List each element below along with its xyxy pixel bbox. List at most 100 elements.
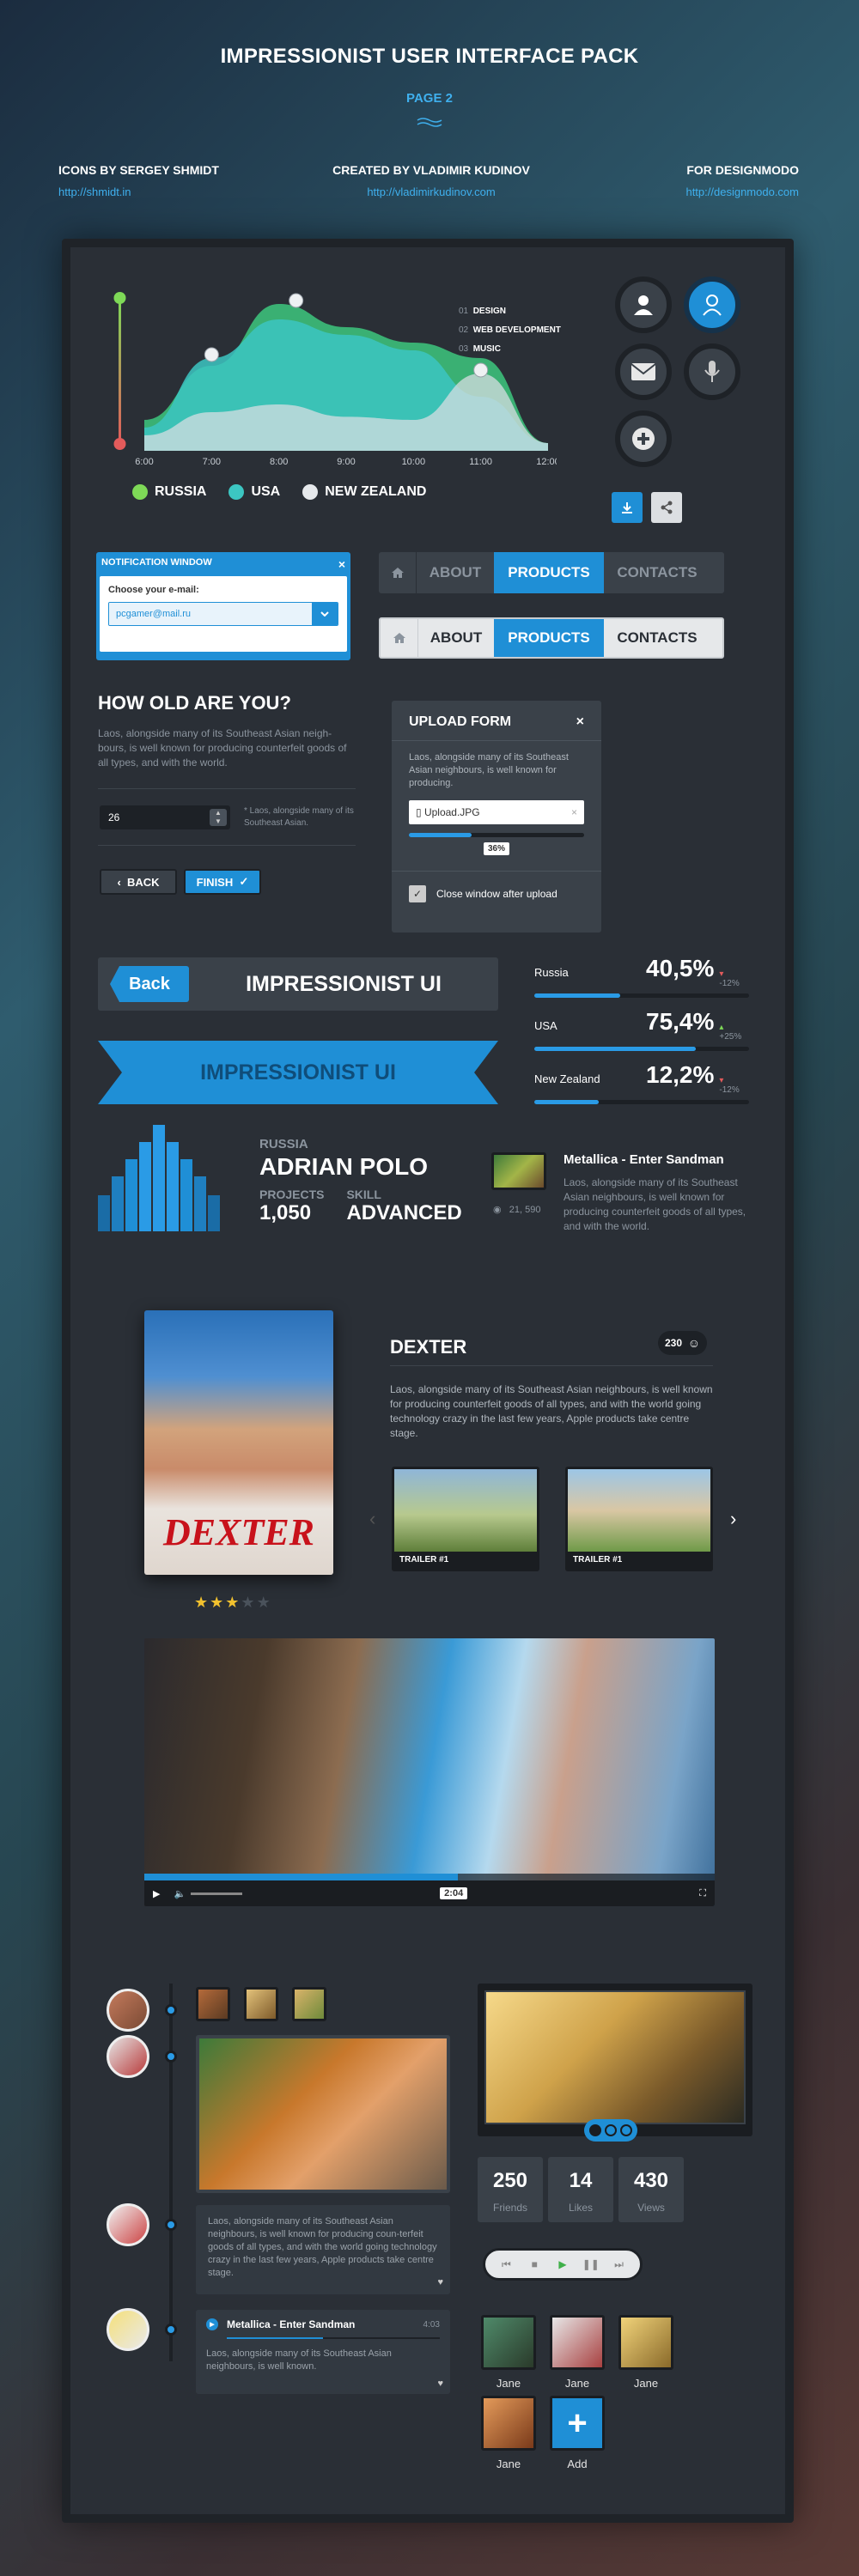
pager-dot-active[interactable] bbox=[589, 2124, 601, 2136]
video-time: 2:04 bbox=[440, 1887, 468, 1899]
plus-icon[interactable]: + bbox=[550, 2396, 605, 2451]
friend-avatar[interactable] bbox=[481, 2396, 536, 2451]
play-icon[interactable]: ▶ bbox=[153, 1888, 160, 1899]
stop-icon[interactable]: ■ bbox=[524, 2254, 545, 2275]
pager-dot[interactable] bbox=[620, 2124, 632, 2136]
heart-icon[interactable]: ♥ bbox=[437, 2379, 443, 2389]
gallery-image[interactable] bbox=[484, 1990, 746, 2124]
back-button[interactable]: ‹ BACK bbox=[100, 869, 177, 895]
counter-likes[interactable]: 14 Likes bbox=[548, 2157, 613, 2222]
legend-item[interactable]: USA bbox=[228, 484, 280, 500]
counters: 250 Friends 14 Likes 430 Views bbox=[478, 2157, 684, 2222]
photo-thumbnail[interactable] bbox=[196, 1987, 230, 2021]
counter-friends[interactable]: 250 Friends bbox=[478, 2157, 543, 2222]
pager-dot[interactable] bbox=[605, 2124, 617, 2136]
previous-icon[interactable]: ⏮ bbox=[496, 2254, 516, 2275]
music-progress[interactable] bbox=[227, 2337, 440, 2339]
legend-item[interactable]: RUSSIA bbox=[132, 484, 206, 500]
chevron-right-icon[interactable]: › bbox=[730, 1508, 736, 1530]
trailer-card[interactable]: TRAILER #1 bbox=[565, 1467, 713, 1571]
stepper-arrows-icon[interactable]: ▲ ▼ bbox=[210, 809, 227, 826]
chevron-left-icon[interactable]: ‹ bbox=[369, 1508, 375, 1530]
pause-icon[interactable]: ❚❚ bbox=[581, 2254, 601, 2275]
finish-button[interactable]: FINISH ✓ bbox=[184, 869, 261, 895]
microphone-button[interactable] bbox=[684, 343, 740, 400]
nav-item-products[interactable]: PRODUCTS bbox=[494, 552, 604, 593]
song-thumbnail[interactable] bbox=[491, 1152, 546, 1190]
upload-file-field[interactable]: ▯ Upload.JPG × bbox=[409, 800, 584, 824]
stat-bar-fill bbox=[534, 1047, 696, 1051]
volume-slider[interactable] bbox=[191, 1892, 243, 1895]
trailer-image bbox=[568, 1469, 710, 1552]
photo-post[interactable] bbox=[196, 2035, 450, 2193]
star-filled-icon[interactable]: ★ bbox=[225, 1594, 241, 1611]
volume-icon[interactable]: 🔈 bbox=[174, 1888, 186, 1899]
credit-link[interactable]: http://designmodo.com bbox=[685, 185, 799, 198]
chevron-down-icon[interactable] bbox=[312, 603, 338, 625]
back-arrow-button[interactable]: Back bbox=[110, 966, 189, 1002]
user-button[interactable] bbox=[615, 276, 672, 333]
next-icon[interactable]: ⏭ bbox=[609, 2254, 630, 2275]
x-tick-label: 11:00 bbox=[469, 457, 492, 467]
fullscreen-icon[interactable]: ⛶ bbox=[699, 1888, 706, 1899]
movie-poster[interactable]: DEXTER bbox=[144, 1310, 333, 1575]
photo-thumbnail[interactable] bbox=[292, 1987, 326, 2021]
star-empty-icon[interactable]: ★ bbox=[257, 1594, 272, 1611]
nav-item-contacts[interactable]: CONTACTS bbox=[604, 619, 710, 657]
avatar[interactable] bbox=[107, 2035, 149, 2078]
trailer-card[interactable]: TRAILER #1 bbox=[392, 1467, 539, 1571]
friend-item[interactable]: Jane bbox=[550, 2315, 605, 2390]
counter-views[interactable]: 430 Views bbox=[618, 2157, 684, 2222]
like-badge[interactable]: 230 ☺ bbox=[658, 1331, 707, 1355]
chart-marker-home-icon[interactable] bbox=[289, 293, 304, 308]
add-friend[interactable]: + Add bbox=[550, 2396, 605, 2470]
media-controls: ⏮ ■ ▶ ❚❚ ⏭ bbox=[483, 2248, 643, 2281]
heart-icon[interactable]: ♥ bbox=[437, 2276, 443, 2289]
avatar[interactable] bbox=[107, 1989, 149, 2032]
home-icon[interactable] bbox=[381, 619, 418, 657]
chart-y-axis bbox=[119, 298, 121, 444]
nav-item-contacts[interactable]: CONTACTS bbox=[604, 552, 710, 593]
star-empty-icon[interactable]: ★ bbox=[241, 1594, 256, 1611]
nav-item-products[interactable]: PRODUCTS bbox=[494, 619, 604, 657]
close-after-checkbox[interactable]: ✓ bbox=[409, 885, 426, 902]
photo-thumbnail[interactable] bbox=[244, 1987, 278, 2021]
credit-link[interactable]: http://vladimirkudinov.com bbox=[328, 185, 534, 198]
song-title[interactable]: Metallica - Enter Sandman bbox=[564, 1152, 752, 1167]
legend-item[interactable]: NEW ZEALAND bbox=[302, 484, 426, 500]
friend-avatar[interactable] bbox=[618, 2315, 673, 2370]
close-icon[interactable]: × bbox=[576, 714, 584, 730]
email-select[interactable]: pcgamer@mail.ru bbox=[108, 602, 338, 626]
profile-country: RUSSIA bbox=[259, 1137, 308, 1151]
star-filled-icon[interactable]: ★ bbox=[194, 1594, 210, 1611]
chart-marker-home-icon[interactable] bbox=[473, 362, 489, 378]
download-button[interactable] bbox=[612, 492, 643, 523]
add-button[interactable] bbox=[615, 410, 672, 467]
play-icon[interactable]: ▶ bbox=[552, 2254, 573, 2275]
age-stepper[interactable]: 26 ▲ ▼ bbox=[100, 805, 230, 829]
chart-marker-home-icon[interactable] bbox=[204, 347, 219, 362]
friend-avatar[interactable] bbox=[550, 2315, 605, 2370]
mail-button[interactable] bbox=[615, 343, 672, 400]
music-time: 4:03 bbox=[423, 2319, 440, 2330]
nav-item-about[interactable]: ABOUT bbox=[417, 552, 494, 593]
remove-icon[interactable]: × bbox=[571, 806, 577, 818]
user-active-button[interactable] bbox=[684, 276, 740, 333]
friend-item[interactable]: Jane bbox=[618, 2315, 673, 2390]
nav-item-about[interactable]: ABOUT bbox=[418, 619, 494, 657]
divider bbox=[390, 1365, 713, 1366]
share-button[interactable] bbox=[651, 492, 682, 523]
close-icon[interactable]: × bbox=[338, 557, 345, 571]
star-rating[interactable]: ★★★★★ bbox=[194, 1594, 272, 1612]
friend-avatar[interactable] bbox=[481, 2315, 536, 2370]
friend-item[interactable]: Jane bbox=[481, 2315, 536, 2390]
avatar[interactable] bbox=[107, 2308, 149, 2351]
video-progress[interactable] bbox=[144, 1874, 715, 1880]
home-icon[interactable] bbox=[379, 552, 417, 593]
avatar[interactable] bbox=[107, 2203, 149, 2246]
star-filled-icon[interactable]: ★ bbox=[210, 1594, 225, 1611]
friend-item[interactable]: Jane bbox=[481, 2396, 536, 2470]
credit-link[interactable]: http://shmidt.in bbox=[58, 185, 219, 198]
play-icon[interactable]: ▶ bbox=[206, 2318, 218, 2330]
video-player[interactable]: ▶ 🔈 2:04 ⛶ bbox=[144, 1638, 715, 1906]
